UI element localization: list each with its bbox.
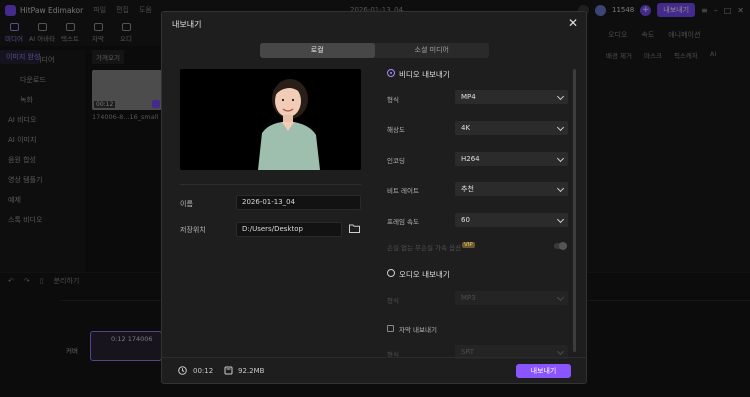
- video-export-radio[interactable]: [387, 69, 395, 77]
- save-location-input[interactable]: D:/Users/Desktop: [236, 222, 342, 237]
- bitrate-select[interactable]: 추천: [455, 182, 568, 196]
- bitrate-label: 비트 레이트: [387, 187, 419, 195]
- video-preview: [180, 69, 361, 170]
- folder-icon[interactable]: [349, 224, 360, 233]
- dialog-title: 내보내기: [172, 19, 202, 29]
- subtitle-export-label: 자막 내보내기: [399, 326, 437, 334]
- export-button[interactable]: 내보내기: [516, 364, 571, 378]
- audio-format-label: 형식: [387, 297, 399, 305]
- audio-export-label: 오디오 내보내기: [399, 270, 450, 279]
- hw-accel-toggle[interactable]: [554, 242, 567, 250]
- name-label: 이름: [180, 200, 193, 208]
- resolution-label: 해상도: [387, 126, 405, 134]
- preview-divider: [180, 184, 361, 185]
- framerate-value: 60: [461, 216, 470, 224]
- encoder-label: 인코딩: [387, 157, 405, 165]
- close-icon[interactable]: ✕: [566, 16, 580, 30]
- video-export-label: 비디오 내보내기: [399, 70, 450, 79]
- vip-badge: VIP: [462, 242, 475, 248]
- audio-format-value: MP3: [461, 294, 476, 302]
- chevron-down-icon: [556, 293, 565, 302]
- audio-export-radio[interactable]: [387, 269, 395, 277]
- audio-format-select[interactable]: MP3: [455, 291, 568, 305]
- tab-local[interactable]: 로컬: [260, 43, 375, 58]
- format-label: 형식: [387, 96, 399, 104]
- chevron-down-icon: [556, 123, 565, 132]
- chevron-down-icon: [556, 92, 565, 101]
- format-value: MP4: [461, 93, 476, 101]
- clock-icon: [178, 366, 187, 375]
- subtitle-format-value: SRT: [461, 348, 475, 356]
- framerate-select[interactable]: 60: [455, 213, 568, 227]
- subtitle-export-checkbox[interactable]: [387, 325, 394, 332]
- dialog-footer: 00:12 92.2MB 내보내기: [162, 357, 586, 383]
- chevron-down-icon: [556, 154, 565, 163]
- tab-social-media[interactable]: 소셜 미디어: [375, 43, 490, 58]
- framerate-label: 프레임 속도: [387, 218, 419, 226]
- chevron-down-icon: [556, 347, 565, 356]
- encoder-select[interactable]: H264: [455, 152, 568, 166]
- export-tabs: 로컬 소셜 미디어: [260, 43, 489, 58]
- file-name-input[interactable]: 2026-01-13_04: [236, 195, 361, 210]
- file-size: 92.2MB: [238, 367, 265, 375]
- chevron-down-icon: [556, 215, 565, 224]
- dialog-header: 내보내기: [162, 12, 586, 36]
- resolution-select[interactable]: 4K: [455, 121, 568, 135]
- format-select[interactable]: MP4: [455, 90, 568, 104]
- settings-scrollbar[interactable]: [573, 69, 576, 352]
- location-label: 저장위치: [180, 226, 206, 234]
- video-duration: 00:12: [193, 367, 214, 375]
- bitrate-value: 추천: [461, 185, 474, 193]
- file-size-icon: [224, 366, 233, 375]
- resolution-value: 4K: [461, 124, 471, 132]
- person-preview-image: [180, 69, 361, 170]
- hw-accel-label: 손실 없는 무손실 가속 옵션: [387, 244, 462, 252]
- chevron-down-icon: [556, 184, 565, 193]
- export-dialog: 내보내기 ✕ 로컬 소셜 미디어 이름 2026-01-13_04 저장위치 D…: [161, 11, 587, 384]
- encoder-value: H264: [461, 155, 480, 163]
